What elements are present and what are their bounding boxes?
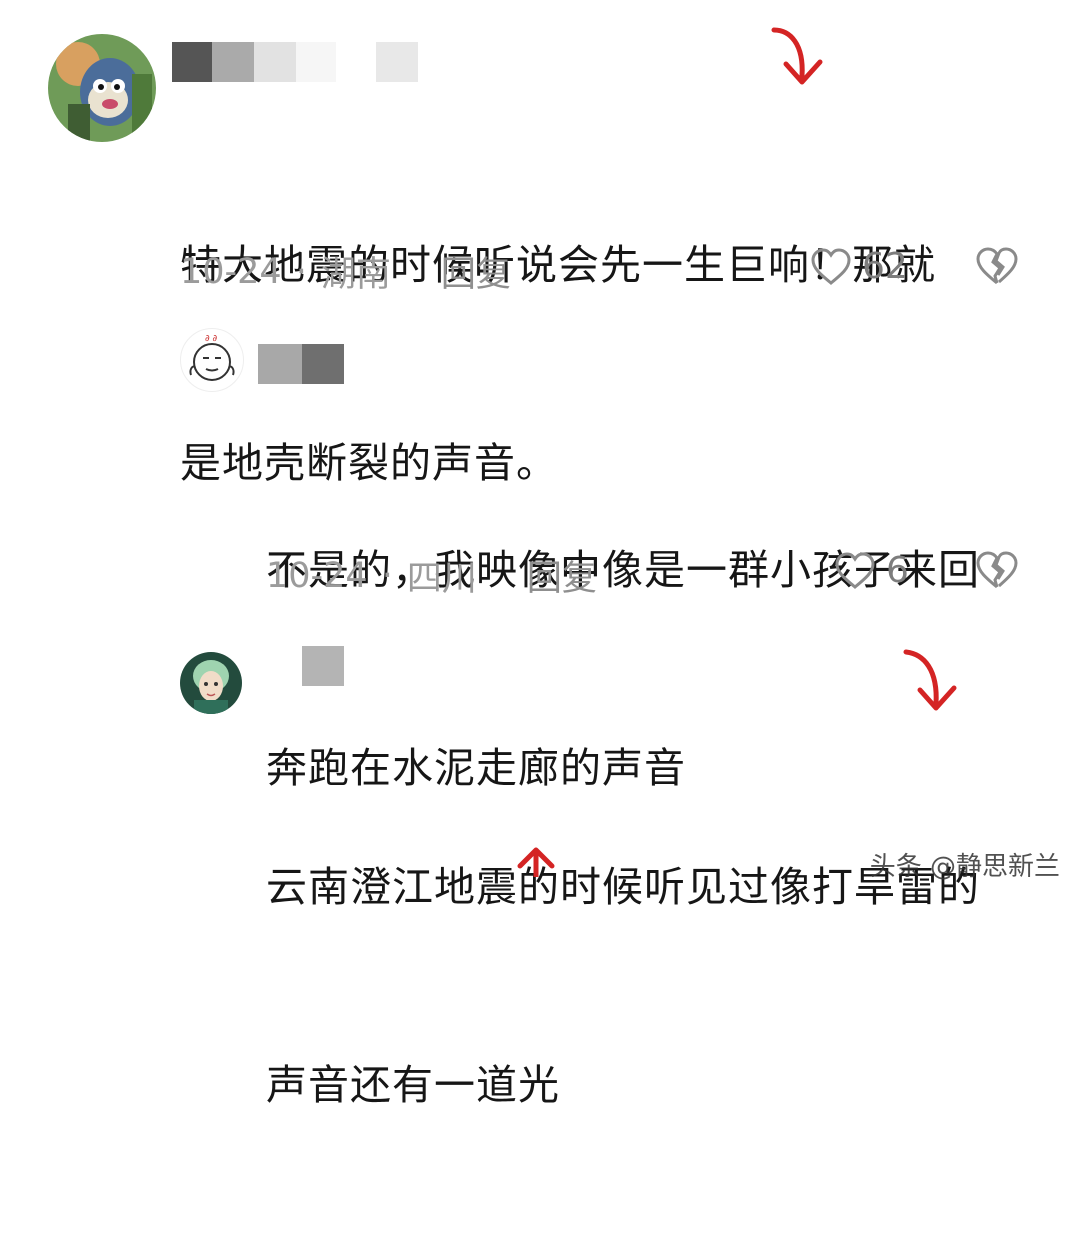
broken-heart-icon [976, 551, 1018, 589]
comment-date: 10-24 [266, 555, 368, 596]
reply-button[interactable]: 回复 [441, 246, 511, 297]
comment-meta: 10-24 · 湖南 回复 [180, 246, 511, 297]
like-button[interactable]: 6 [834, 550, 909, 591]
svg-text:∂ ∂: ∂ ∂ [205, 334, 218, 344]
watermark: 头条 @静思新兰 [869, 852, 1060, 882]
like-count: 62 [862, 246, 908, 287]
comment-meta: 10-24 · 四川 回复 [266, 550, 597, 601]
avatar[interactable] [180, 652, 242, 714]
username-redacted[interactable] [258, 344, 344, 384]
comment-text: 云南澄江地震的时候听见过像打旱雷的 声音还有一道光 [266, 863, 980, 1109]
comment-region: 湖南 [320, 255, 391, 295]
like-button[interactable]: 62 [810, 246, 908, 287]
red-arrow-annotation-icon [517, 847, 555, 877]
broken-heart-icon [976, 247, 1018, 285]
red-arrow-annotation-icon [771, 27, 823, 85]
like-count: 6 [886, 550, 909, 591]
avatar[interactable]: ∂ ∂ [180, 328, 244, 392]
meta-separator: · [381, 555, 393, 596]
username-redacted[interactable] [172, 42, 418, 82]
avatar[interactable] [48, 34, 156, 142]
meta-separator: · [295, 251, 307, 292]
dislike-button[interactable] [975, 246, 1019, 290]
heart-icon [835, 551, 875, 589]
comment-date: 10-24 [180, 251, 282, 292]
red-arrow-annotation-icon [903, 649, 957, 711]
dislike-button[interactable] [975, 550, 1019, 594]
comment-region: 四川 [406, 559, 477, 599]
reply-button[interactable]: 回复 [527, 550, 597, 601]
heart-icon [811, 247, 851, 285]
username-redacted[interactable] [258, 646, 344, 686]
